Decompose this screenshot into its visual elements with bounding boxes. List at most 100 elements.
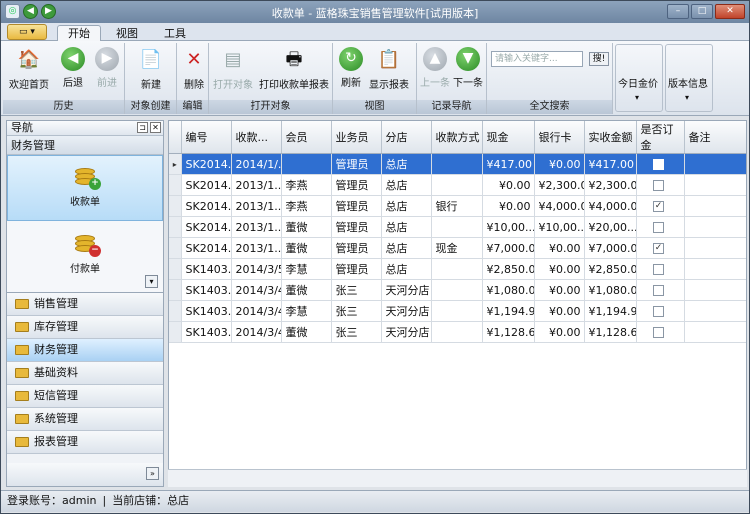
home-button[interactable]: 🏠 欢迎首页	[9, 47, 49, 91]
sidebar-item-sms[interactable]: 短信管理	[7, 385, 163, 408]
tab-view[interactable]: 视图	[105, 25, 149, 41]
cell-total[interactable]: ¥2,300.00	[584, 174, 637, 196]
deposit-checkbox[interactable]	[653, 180, 664, 191]
cell-id[interactable]: SK2014...	[181, 216, 232, 238]
cell-card[interactable]: ¥0.00	[534, 258, 585, 280]
column-header[interactable]: 是否订金	[636, 121, 685, 154]
cell-cash[interactable]: ¥1,080.00	[482, 279, 535, 301]
cell-total[interactable]: ¥1,194.91	[584, 300, 637, 322]
cell-store[interactable]: 天河分店	[381, 279, 432, 301]
table-row[interactable]: SK2014...2013/1...李燕管理员总店银行¥0.00¥4,000.0…	[169, 195, 746, 217]
close-icon[interactable]: ✕	[150, 122, 161, 133]
row-indicator[interactable]	[169, 300, 182, 322]
cell-store[interactable]: 总店	[381, 174, 432, 196]
nav-tile-receipt[interactable]: + 收款单	[7, 155, 163, 221]
deposit-checkbox[interactable]	[653, 285, 664, 296]
cell-member[interactable]: 董微	[281, 216, 332, 238]
table-row[interactable]: SK1403...2014/3/5李慧管理员总店 ¥2,850.00¥0.00¥2…	[169, 258, 746, 280]
cell-card[interactable]: ¥2,300.00	[534, 174, 585, 196]
table-row[interactable]: SK2014...2013/1...董微管理员总店 ¥10,00...¥10,00…	[169, 216, 746, 238]
deposit-checkbox[interactable]	[653, 159, 664, 170]
cell-total[interactable]: ¥417.00	[584, 153, 637, 175]
cell-staff[interactable]: 张三	[331, 279, 382, 301]
search-button[interactable]: 搜!	[589, 52, 609, 66]
cell-member[interactable]: 李慧	[281, 258, 332, 280]
cell-staff[interactable]: 张三	[331, 300, 382, 322]
cell-note[interactable]	[684, 300, 746, 322]
delete-button[interactable]: ✕ 删除	[180, 47, 208, 91]
deposit-checkbox[interactable]	[653, 306, 664, 317]
row-indicator[interactable]	[169, 237, 182, 259]
cell-date[interactable]: 2014/3/5	[231, 258, 282, 280]
sidebar-item-sales[interactable]: 销售管理	[7, 293, 163, 316]
tab-tools[interactable]: 工具	[153, 25, 197, 41]
cell-member[interactable]: 李燕	[281, 195, 332, 217]
column-header[interactable]: 实收金额	[584, 121, 637, 154]
back-button[interactable]: ◀ 后退	[61, 47, 85, 89]
cell-store[interactable]: 总店	[381, 237, 432, 259]
cell-store[interactable]: 总店	[381, 216, 432, 238]
cell-total[interactable]: ¥1,128.60	[584, 321, 637, 343]
cell-store[interactable]: 总店	[381, 258, 432, 280]
cell-method[interactable]	[431, 279, 483, 301]
cell-staff[interactable]: 管理员	[331, 237, 382, 259]
cell-store[interactable]: 总店	[381, 153, 432, 175]
cell-date[interactable]: 2014/3/4	[231, 279, 282, 301]
table-row[interactable]: SK1403...2014/3/4董微张三天河分店 ¥1,080.00¥0.00¥…	[169, 279, 746, 301]
cell-card[interactable]: ¥0.00	[534, 300, 585, 322]
column-header[interactable]: 收款...	[231, 121, 282, 154]
cell-cash[interactable]: ¥2,850.00	[482, 258, 535, 280]
cell-cash[interactable]: ¥7,000.00	[482, 237, 535, 259]
cell-member[interactable]: 董微	[281, 321, 332, 343]
next-record-button[interactable]: ▼ 下一条	[453, 47, 483, 89]
cell-id[interactable]: SK1403...	[181, 279, 232, 301]
row-indicator[interactable]	[169, 195, 182, 217]
cell-id[interactable]: SK1403...	[181, 321, 232, 343]
cell-staff[interactable]: 管理员	[331, 258, 382, 280]
column-header[interactable]: 编号	[181, 121, 232, 154]
version-info-button[interactable]: 版本信息 ▾	[665, 44, 713, 112]
new-button[interactable]: 📄 新建	[137, 47, 165, 91]
maximize-icon[interactable]: □	[691, 4, 713, 19]
cell-date[interactable]: 2014/3/4	[231, 300, 282, 322]
cell-note[interactable]	[684, 258, 746, 280]
prev-record-button[interactable]: ▲ 上一条	[420, 47, 450, 89]
tab-start[interactable]: 开始	[57, 25, 101, 42]
scroll-down-icon[interactable]: ▾	[145, 275, 158, 288]
horizontal-scrollbar[interactable]	[168, 469, 747, 487]
pin-icon[interactable]: ⊐	[137, 122, 148, 133]
cell-store[interactable]: 天河分店	[381, 321, 432, 343]
cell-cash[interactable]: ¥0.00	[482, 174, 535, 196]
cell-date[interactable]: 2014/3/4	[231, 321, 282, 343]
row-indicator[interactable]	[169, 279, 182, 301]
cell-note[interactable]	[684, 321, 746, 343]
cell-cash[interactable]: ¥1,194.91	[482, 300, 535, 322]
column-header[interactable]: 分店	[381, 121, 432, 154]
cell-cash[interactable]: ¥10,00...	[482, 216, 535, 238]
minimize-icon[interactable]: –	[667, 4, 689, 19]
search-input[interactable]: 请输入关键字...	[491, 51, 583, 67]
table-row[interactable]: SK2014...2013/1...董微管理员总店现金¥7,000.00¥0.0…	[169, 237, 746, 259]
cell-store[interactable]: 总店	[381, 195, 432, 217]
cell-card[interactable]: ¥0.00	[534, 321, 585, 343]
cell-member[interactable]: 李燕	[281, 174, 332, 196]
cell-cash[interactable]: ¥417.00	[482, 153, 535, 175]
cell-note[interactable]	[684, 195, 746, 217]
cell-total[interactable]: ¥20,00...	[584, 216, 637, 238]
cell-id[interactable]: SK2014...	[181, 237, 232, 259]
cell-note[interactable]	[684, 174, 746, 196]
cell-card[interactable]: ¥0.00	[534, 279, 585, 301]
cell-date[interactable]: 2013/1...	[231, 195, 282, 217]
cell-id[interactable]: SK2014...	[181, 153, 232, 175]
nav-tile-payment[interactable]: − 付款单	[7, 223, 163, 283]
sidebar-item-reports[interactable]: 报表管理	[7, 431, 163, 454]
row-indicator[interactable]	[169, 321, 182, 343]
cell-date[interactable]: 2013/1...	[231, 237, 282, 259]
cell-member[interactable]	[281, 153, 332, 175]
column-header[interactable]: 现金	[482, 121, 535, 154]
sidebar-item-system[interactable]: 系统管理	[7, 408, 163, 431]
deposit-checkbox[interactable]	[653, 222, 664, 233]
close-icon[interactable]: ✕	[715, 4, 745, 19]
cell-method[interactable]	[431, 174, 483, 196]
today-gold-price-button[interactable]: 今日金价 ▾	[615, 44, 663, 112]
